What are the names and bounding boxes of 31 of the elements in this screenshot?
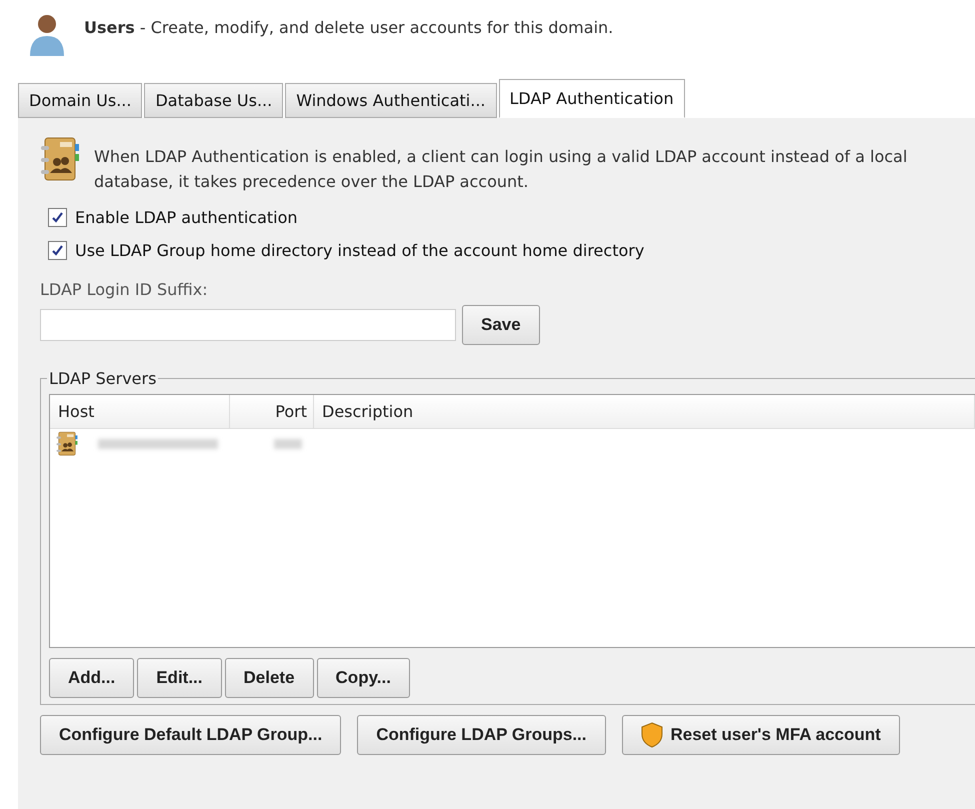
field-label: LDAP Login ID Suffix: bbox=[40, 280, 209, 299]
action-button[interactable]: Configure Default LDAP Group... bbox=[40, 715, 342, 755]
page-heading: Users - Create, modify, and delete user accounts for this domain. bbox=[84, 17, 614, 39]
checkbox-label: Use LDAP Group home directory instead of the account home directory bbox=[75, 241, 644, 260]
tab[interactable]: LDAP Authentication bbox=[498, 79, 685, 118]
user-icon bbox=[28, 12, 66, 57]
group-title: LDAP Servers bbox=[48, 369, 158, 388]
address-book-icon bbox=[56, 431, 78, 457]
checkbox[interactable] bbox=[48, 208, 67, 227]
checkmark-icon bbox=[51, 244, 64, 257]
tab[interactable]: Database Us... bbox=[144, 83, 284, 118]
suffix-field[interactable] bbox=[40, 309, 456, 341]
checkbox[interactable] bbox=[48, 241, 67, 260]
server-action-button[interactable]: Delete bbox=[224, 658, 314, 698]
info-text: When LDAP Authentication is enabled, a client can login using a valid LDAP account instead of a local database, it takes precedence over the LDAP account. bbox=[94, 146, 908, 193]
address-book-icon bbox=[40, 136, 80, 182]
action-button[interactable]: Configure LDAP Groups... bbox=[357, 715, 606, 755]
server-action-button[interactable]: Edit... bbox=[137, 658, 222, 698]
server-action-button[interactable]: Copy... bbox=[316, 658, 410, 698]
column-header[interactable]: Host bbox=[50, 395, 230, 428]
shield-icon bbox=[640, 722, 662, 748]
redacted-port bbox=[274, 439, 302, 449]
tab[interactable]: Windows Authenticati... bbox=[285, 83, 497, 118]
checkbox-label: Enable LDAP authentication bbox=[75, 208, 298, 227]
server-action-button[interactable]: Add... bbox=[49, 658, 134, 698]
action-button[interactable]: Reset user's MFA account bbox=[622, 715, 900, 755]
column-header[interactable]: Description bbox=[314, 395, 975, 428]
checkmark-icon bbox=[51, 211, 64, 224]
save-button[interactable]: Save bbox=[462, 305, 540, 345]
column-header[interactable]: Port bbox=[230, 395, 314, 428]
tab[interactable]: Domain Us... bbox=[18, 83, 142, 118]
